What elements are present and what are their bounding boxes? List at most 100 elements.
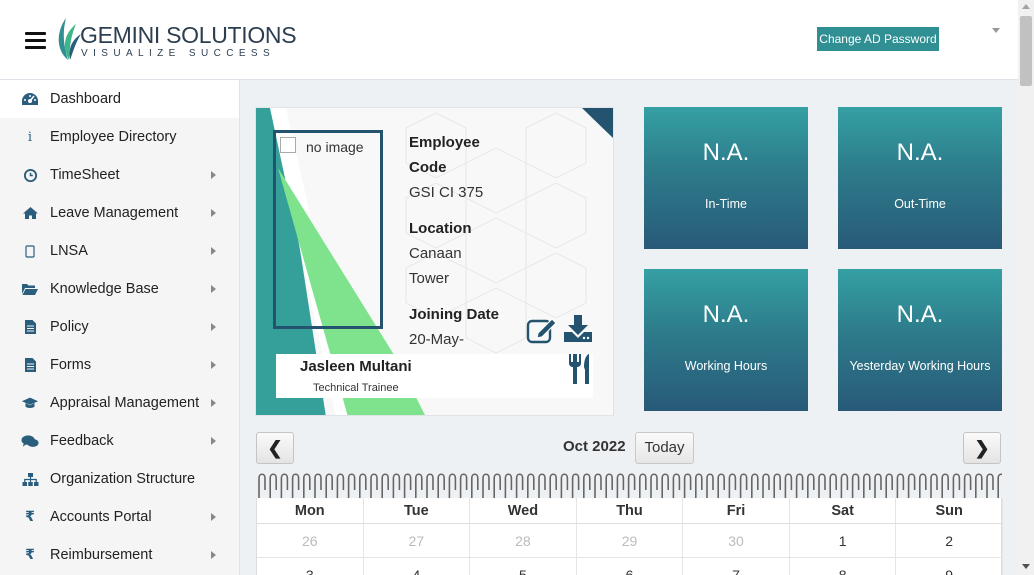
- calendar-day-cell[interactable]: 28: [470, 524, 577, 558]
- sidebar-item-appraisal-management[interactable]: Appraisal Management: [0, 384, 239, 422]
- calendar-day-cell[interactable]: 4: [364, 558, 471, 575]
- binding-ring-icon: [538, 473, 546, 498]
- binding-ring-icon: [381, 473, 389, 498]
- out-time-value: N.A.: [896, 139, 944, 166]
- sidebar-item-dashboard[interactable]: Dashboard: [0, 80, 239, 118]
- calendar-day-cell[interactable]: 9: [896, 558, 1003, 575]
- binding-ring-icon: [706, 473, 714, 498]
- sidebar-item-lnsa[interactable]: LNSA: [0, 232, 239, 270]
- calendar-day-cell[interactable]: 26: [257, 524, 364, 558]
- binding-ring-icon: [695, 473, 703, 498]
- submenu-caret-icon: [211, 551, 216, 559]
- binding-ring-icon: [426, 473, 434, 498]
- binding-ring-icon: [336, 473, 345, 498]
- binding-ring-icon: [269, 473, 277, 498]
- submenu-caret-icon: [211, 323, 216, 331]
- binding-ring-icon: [907, 473, 916, 498]
- calendar-month-grid: Mon Tue Wed Thu Fri Sat Sun 26 27 28 29 30 1 2 3 4 5 6 7 8 9: [256, 498, 1003, 575]
- sidebar-item-label: Accounts Portal: [50, 509, 152, 525]
- brand-name: GEMINI SOLUTIONS: [80, 22, 297, 48]
- rupee-icon: ₹: [25, 547, 35, 563]
- download-icon[interactable]: [563, 314, 595, 344]
- binding-ring-icon: [661, 473, 669, 498]
- weekday-header: Sun: [896, 498, 1003, 524]
- scroll-down-arrow-icon[interactable]: [1022, 564, 1030, 569]
- binding-ring-icon: [650, 473, 658, 498]
- menu-toggle-icon[interactable]: [25, 32, 46, 50]
- calendar-day-cell[interactable]: 29: [576, 524, 684, 558]
- submenu-caret-icon: [211, 361, 216, 369]
- binding-ring-icon: [314, 473, 322, 498]
- sidebar-item-policy[interactable]: Policy: [0, 308, 239, 346]
- binding-ring-icon: [359, 473, 367, 498]
- binding-ring-icon: [448, 473, 457, 498]
- calendar-day-cell[interactable]: 1: [789, 524, 897, 558]
- sidebar-item-accounts-portal[interactable]: ₹ Accounts Portal: [0, 498, 239, 536]
- binding-ring-icon: [627, 473, 636, 498]
- clock-icon: [21, 166, 39, 184]
- calendar-day-cell[interactable]: 7: [683, 558, 790, 575]
- in-time-tile: N.A. In-Time: [644, 107, 808, 249]
- submenu-caret-icon: [211, 171, 216, 179]
- tablet-icon: [21, 242, 39, 260]
- calendar-day-cell[interactable]: 30: [683, 524, 790, 558]
- sidebar-item-timesheet[interactable]: TimeSheet: [0, 156, 239, 194]
- info-icon: i: [27, 129, 33, 145]
- calendar-day-cell[interactable]: 6: [577, 558, 684, 575]
- binding-ring-icon: [930, 473, 938, 498]
- binding-ring-icon: [616, 473, 625, 498]
- broken-image-icon: [280, 137, 296, 153]
- yesterday-working-hours-label: Yesterday Working Hours: [849, 359, 991, 373]
- cafeteria-icon[interactable]: [567, 353, 593, 385]
- calendar-today-button[interactable]: Today: [635, 432, 694, 464]
- sidebar-item-feedback[interactable]: Feedback: [0, 422, 239, 460]
- calendar-day-cell[interactable]: 27: [363, 524, 471, 558]
- joining-date-value: 20-May-: [409, 331, 465, 348]
- sidebar-item-employee-directory[interactable]: i Employee Directory: [0, 118, 239, 156]
- binding-ring-icon: [762, 473, 770, 498]
- calendar-day-cell[interactable]: 3: [257, 558, 364, 575]
- sidebar-item-reimbursement[interactable]: ₹ Reimbursement: [0, 536, 239, 574]
- binding-ring-icon: [986, 473, 994, 498]
- binding-ring-icon: [415, 473, 423, 498]
- binding-ring-icon: [515, 473, 524, 498]
- page-scrollbar[interactable]: [1018, 0, 1034, 575]
- employee-code-label: Employee: [409, 134, 480, 151]
- sidebar-nav: Dashboard i Employee Directory TimeSheet…: [0, 80, 240, 575]
- submenu-caret-icon: [211, 399, 216, 407]
- binding-ring-icon: [851, 473, 860, 498]
- binding-ring-icon: [773, 473, 781, 498]
- scroll-thumb[interactable]: [1020, 16, 1032, 86]
- change-ad-password-button[interactable]: Change AD Password: [817, 27, 939, 51]
- weekday-header: Wed: [470, 498, 577, 524]
- binding-ring-icon: [258, 473, 266, 498]
- binding-ring-icon: [840, 473, 849, 498]
- calendar-day-cell[interactable]: 5: [470, 558, 577, 575]
- calendar-day-cell[interactable]: 2: [896, 524, 1003, 558]
- sidebar-item-knowledge-base[interactable]: Knowledge Base: [0, 270, 239, 308]
- employee-name-bar: Jasleen Multani Technical Trainee: [276, 354, 593, 398]
- binding-ring-icon: [885, 473, 893, 498]
- submenu-caret-icon: [211, 209, 216, 217]
- sidebar-item-organization-structure[interactable]: Organization Structure: [0, 460, 239, 498]
- binding-ring-icon: [717, 473, 725, 498]
- scroll-up-arrow-icon[interactable]: [1022, 4, 1030, 9]
- employee-photo: no image: [273, 130, 383, 329]
- user-menu-caret-icon[interactable]: [992, 28, 1000, 33]
- binding-ring-icon: [291, 473, 300, 498]
- home-icon: [21, 204, 39, 222]
- binding-ring-icon: [583, 473, 591, 498]
- sidebar-item-leave-management[interactable]: Leave Management: [0, 194, 239, 232]
- calendar-prev-button[interactable]: ❮: [256, 432, 294, 464]
- binding-ring-icon: [370, 473, 378, 498]
- edit-profile-icon[interactable]: [526, 316, 558, 344]
- submenu-caret-icon: [211, 437, 216, 445]
- employee-code-value: GSI CI 375: [409, 184, 484, 201]
- calendar-day-cell[interactable]: 8: [790, 558, 897, 575]
- employee-info: Employee Code GSI CI 375 Location Canaan…: [409, 130, 519, 352]
- sidebar-item-forms[interactable]: Forms: [0, 346, 239, 384]
- dashboard-icon: [21, 90, 39, 108]
- calendar-next-button[interactable]: ❯: [963, 432, 1001, 464]
- brand-logo[interactable]: GEMINI SOLUTIONS VISUALIZE SUCCESS: [54, 14, 297, 64]
- document-icon: [21, 356, 39, 374]
